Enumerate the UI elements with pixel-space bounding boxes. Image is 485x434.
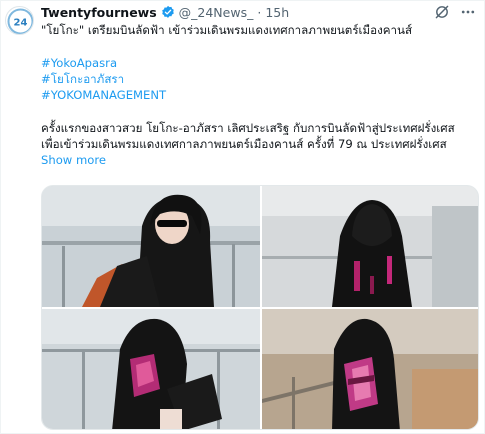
- photo-3[interactable]: [42, 309, 260, 429]
- tweet-card[interactable]: 24 Twentyfournews @_24News_ · 15h "โยโกะ…: [0, 0, 485, 434]
- hashtag-yokomanagement[interactable]: #YOKOMANAGEMENT: [41, 87, 479, 103]
- tweet-header: Twentyfournews @_24News_ · 15h: [41, 4, 289, 20]
- hashtag-yokoapasra[interactable]: #YokoApasra: [41, 55, 479, 71]
- grok-icon[interactable]: [434, 4, 450, 24]
- account-avatar[interactable]: 24: [5, 6, 34, 35]
- photo-1[interactable]: [42, 186, 260, 307]
- show-more-link[interactable]: Show more: [41, 153, 106, 167]
- post-headline: "โยโกะ" เตรียมบินลัดฟ้า เข้าร่วมเดินพรมแ…: [41, 23, 413, 37]
- tweet-actions-top: [434, 4, 476, 24]
- photo-4[interactable]: [262, 309, 478, 429]
- hashtag-thai-name[interactable]: #โยโกะอาภัสรา: [41, 71, 479, 87]
- media-grid: [41, 185, 479, 430]
- account-handle[interactable]: @_24News_: [179, 5, 254, 20]
- verified-badge-icon: [161, 5, 175, 19]
- more-options-icon[interactable]: [460, 4, 476, 24]
- display-name[interactable]: Twentyfournews: [41, 5, 157, 20]
- meta-separator: ·: [257, 4, 262, 20]
- avatar-text: 24: [14, 18, 28, 29]
- post-body-line-1: ครั้งแรกของสาวสวย โยโกะ-อาภัสรา เลิศประเ…: [41, 121, 455, 135]
- post-body-line-2: เพื่อเข้าร่วมเดินพรมแดงเทศกาลภาพยนตร์เมื…: [41, 137, 447, 151]
- photo-2[interactable]: [262, 186, 478, 307]
- post-time[interactable]: 15h: [265, 5, 289, 20]
- avatar-logo: 24: [7, 8, 33, 34]
- tweet-text: "โยโกะ" เตรียมบินลัดฟ้า เข้าร่วมเดินพรมแ…: [41, 22, 479, 168]
